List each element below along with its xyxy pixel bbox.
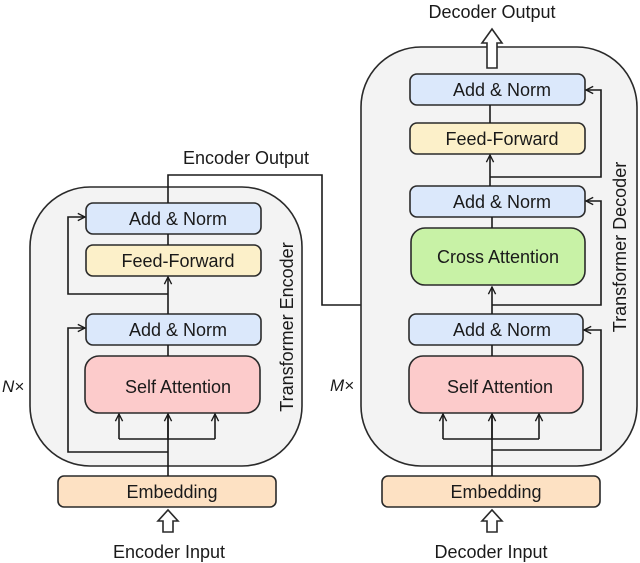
- decoder-repeat-label: M×: [330, 376, 354, 395]
- decoder-cross-attention-label: Cross Attention: [437, 247, 559, 267]
- encoder-input-arrow-icon: [156, 508, 180, 533]
- encoder-embedding-label: Embedding: [126, 482, 217, 502]
- decoder-embedding-label: Embedding: [450, 482, 541, 502]
- decoder-output-label: Decoder Output: [428, 2, 555, 22]
- encoder-repeat-label: N×: [2, 377, 24, 396]
- encoder-add-norm-2-label: Add & Norm: [129, 209, 227, 229]
- encoder-title: Transformer Encoder: [277, 242, 297, 411]
- encoder-self-attention-label: Self Attention: [125, 377, 231, 397]
- encoder-output-label: Encoder Output: [183, 148, 309, 168]
- encoder-feed-forward-label: Feed-Forward: [121, 251, 234, 271]
- transformer-architecture-diagram: Transformer Encoder N× Add & Norm Feed-F…: [2, 2, 638, 562]
- encoder-input-label: Encoder Input: [113, 542, 225, 562]
- decoder-title: Transformer Decoder: [610, 162, 630, 332]
- encoder-add-norm-1-label: Add & Norm: [129, 320, 227, 340]
- decoder-self-attention-label: Self Attention: [447, 377, 553, 397]
- decoder-block: Transformer Decoder M× Add & Norm Feed-F…: [330, 2, 638, 562]
- decoder-add-norm-3-label: Add & Norm: [453, 80, 551, 100]
- decoder-add-norm-1-label: Add & Norm: [453, 320, 551, 340]
- decoder-input-label: Decoder Input: [434, 542, 547, 562]
- decoder-add-norm-2-label: Add & Norm: [453, 192, 551, 212]
- decoder-feed-forward-label: Feed-Forward: [445, 129, 558, 149]
- decoder-input-arrow-icon: [480, 508, 504, 533]
